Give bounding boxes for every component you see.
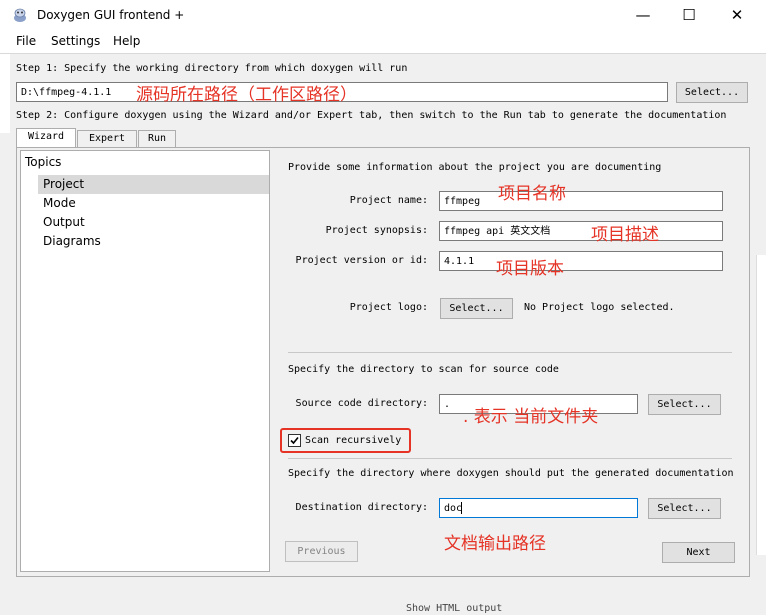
project-synopsis-input[interactable]: ffmpeg api 英文文档 — [439, 221, 723, 241]
annotation-destination: 文档输出路径 — [444, 534, 546, 554]
annotation-project-synopsis: 项目描述 — [591, 225, 659, 245]
doxygen-app-icon — [14, 8, 26, 22]
topics-header: Topics — [25, 155, 62, 169]
checkmark-icon — [290, 436, 299, 445]
topic-output[interactable]: Output — [43, 215, 85, 229]
step2-label: Step 2: Configure doxygen using the Wiza… — [16, 110, 727, 121]
project-logo-select-button[interactable]: Select... — [440, 298, 513, 319]
menu-settings[interactable]: Settings — [51, 34, 100, 48]
step1-label: Step 1: Specify the working directory fr… — [16, 63, 408, 74]
scan-recursively-label[interactable]: Scan recursively — [305, 435, 401, 446]
source-directory-label: Source code directory: — [295, 398, 428, 409]
title-bar: Doxygen GUI frontend + — ☐ ✕ — [0, 0, 766, 31]
scan-recursively-checkbox[interactable] — [288, 434, 301, 447]
text-cursor — [461, 502, 462, 514]
tab-wizard[interactable]: Wizard — [16, 128, 76, 148]
project-version-input[interactable]: 4.1.1 — [439, 251, 723, 271]
menu-file[interactable]: File — [16, 34, 36, 48]
project-name-label: Project name: — [349, 195, 428, 206]
window-title: Doxygen GUI frontend + — [37, 8, 185, 22]
topic-diagrams[interactable]: Diagrams — [43, 234, 101, 248]
project-logo-status: No Project logo selected. — [524, 302, 675, 313]
annotation-source-directory: . 表示 当前文件夹 — [463, 407, 599, 427]
tab-expert[interactable]: Expert — [77, 130, 137, 148]
annotation-project-version: 项目版本 — [496, 259, 564, 279]
annotation-project-name: 项目名称 — [498, 184, 566, 204]
destination-directory-select-button[interactable]: Select... — [648, 498, 721, 519]
source-directory-select-button[interactable]: Select... — [648, 394, 721, 415]
separator-2 — [288, 458, 732, 459]
separator-1 — [288, 352, 732, 353]
previous-button[interactable]: Previous — [285, 541, 358, 562]
maximize-button[interactable]: ☐ — [666, 0, 712, 31]
project-intro: Provide some information about the proje… — [288, 162, 662, 173]
topics-list — [20, 150, 270, 572]
close-button[interactable]: ✕ — [714, 0, 760, 31]
topic-project[interactable]: Project — [43, 177, 84, 191]
destination-directory-label: Destination directory: — [295, 502, 428, 513]
minimize-button[interactable]: — — [620, 0, 666, 31]
destination-intro: Specify the directory where doxygen shou… — [288, 468, 734, 479]
background-left-strip — [0, 53, 10, 133]
background-right-strip — [756, 255, 766, 555]
working-directory-select-button[interactable]: Select... — [676, 82, 748, 103]
project-synopsis-label: Project synopsis: — [325, 225, 428, 236]
annotation-workdir: 源码所在路径（工作区路径） — [136, 85, 357, 105]
destination-directory-input[interactable]: doc — [439, 498, 638, 518]
bottom-strip — [0, 590, 766, 615]
tab-run[interactable]: Run — [138, 130, 176, 148]
topic-mode[interactable]: Mode — [43, 196, 76, 210]
project-name-input[interactable]: ffmpeg — [439, 191, 723, 211]
project-version-label: Project version or id: — [295, 255, 428, 266]
project-logo-label: Project logo: — [349, 302, 428, 313]
menu-bar: File Settings Help — [0, 31, 766, 54]
source-intro: Specify the directory to scan for source… — [288, 364, 559, 375]
next-button[interactable]: Next — [662, 542, 735, 563]
bottom-partial-text: Show HTML output — [406, 603, 503, 614]
menu-help[interactable]: Help — [113, 34, 140, 48]
